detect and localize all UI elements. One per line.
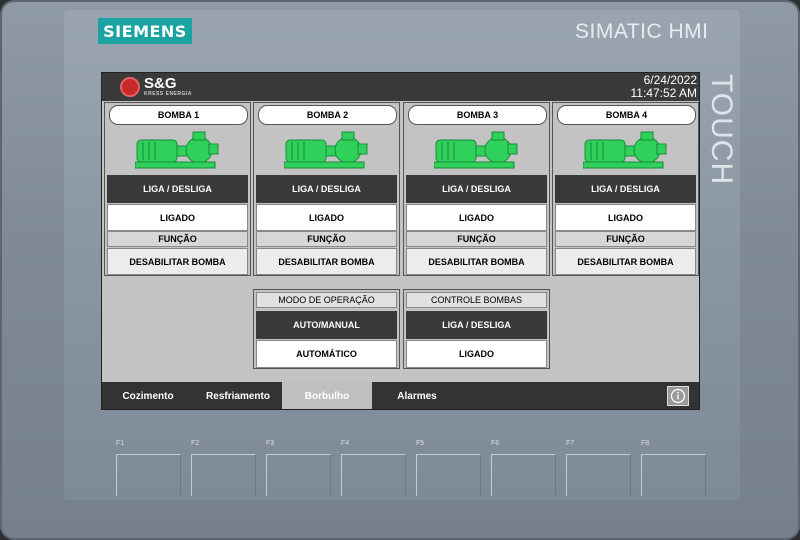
pump-icon bbox=[135, 131, 219, 169]
info-button[interactable] bbox=[667, 386, 689, 406]
function-key-label: F2 bbox=[191, 440, 200, 447]
nav-resfriamento[interactable]: Resfriamento bbox=[198, 382, 278, 409]
nav-cozimento[interactable]: Cozimento bbox=[110, 382, 186, 409]
pump-disable-button[interactable]: DESABILITAR BOMBA bbox=[555, 248, 696, 275]
pump-disable-button[interactable]: DESABILITAR BOMBA bbox=[256, 248, 397, 275]
function-key-label: F8 bbox=[641, 440, 650, 447]
function-key-label: F5 bbox=[416, 440, 425, 447]
function-key-label: F7 bbox=[566, 440, 575, 447]
pump-title: BOMBA 2 bbox=[258, 105, 397, 125]
pump-control-panel: CONTROLE BOMBAS LIGA / DESLIGA LIGADO bbox=[403, 289, 550, 369]
company-logo-text: S&G bbox=[144, 75, 177, 92]
function-key-f6[interactable]: F6 bbox=[491, 440, 556, 496]
model-label: SIMATIC HMI bbox=[575, 20, 709, 43]
pump-icon bbox=[284, 131, 368, 169]
function-key-f2[interactable]: F2 bbox=[191, 440, 256, 496]
pump-status: LIGADO bbox=[256, 204, 397, 231]
pump-title: BOMBA 4 bbox=[557, 105, 696, 125]
pump-panel-1: BOMBA 1 LIGA / DESLIGA LIGADO FUNÇÃO DES… bbox=[104, 102, 251, 276]
pump-toggle-button[interactable]: LIGA / DESLIGA bbox=[107, 175, 248, 203]
siemens-logo: SIEMENS bbox=[98, 18, 192, 44]
pump-status: LIGADO bbox=[406, 204, 547, 231]
function-key-f1[interactable]: F1 bbox=[116, 440, 181, 496]
nav-alarmes[interactable]: Alarmes bbox=[382, 382, 452, 409]
bottom-nav: Cozimento Resfriamento Borbulho Alarmes bbox=[102, 382, 699, 409]
pump-status: LIGADO bbox=[555, 204, 696, 231]
pump-title: BOMBA 1 bbox=[109, 105, 248, 125]
nav-borbulho[interactable]: Borbulho bbox=[282, 382, 372, 409]
pump-panel-3: BOMBA 3 LIGA / DESLIGA LIGADO FUNÇÃO DES… bbox=[403, 102, 550, 276]
operation-mode-header: MODO DE OPERAÇÃO bbox=[256, 292, 397, 308]
pump-function-label: FUNÇÃO bbox=[555, 231, 696, 247]
pump-panel-2: BOMBA 2 LIGA / DESLIGA LIGADO FUNÇÃO DES… bbox=[253, 102, 400, 276]
pump-function-label: FUNÇÃO bbox=[256, 231, 397, 247]
pump-function-label: FUNÇÃO bbox=[406, 231, 547, 247]
operation-mode-panel: MODO DE OPERAÇÃO AUTO/MANUAL AUTOMÁTICO bbox=[253, 289, 400, 369]
auto-manual-button[interactable]: AUTO/MANUAL bbox=[256, 311, 397, 339]
function-key-label: F3 bbox=[266, 440, 275, 447]
function-key-f8[interactable]: F8 bbox=[641, 440, 706, 496]
function-key-f7[interactable]: F7 bbox=[566, 440, 631, 496]
pump-toggle-button[interactable]: LIGA / DESLIGA bbox=[256, 175, 397, 203]
function-key-f4[interactable]: F4 bbox=[341, 440, 406, 496]
top-bar: S&G KRESS ENERGIA 6/24/2022 11:47:52 AM bbox=[102, 73, 699, 101]
pump-icon bbox=[434, 131, 518, 169]
pump-status: LIGADO bbox=[107, 204, 248, 231]
function-key-f3[interactable]: F3 bbox=[266, 440, 331, 496]
pump-icon bbox=[583, 131, 667, 169]
info-icon bbox=[670, 388, 686, 404]
datetime: 6/24/2022 11:47:52 AM bbox=[631, 74, 698, 100]
company-logo-subtext: KRESS ENERGIA bbox=[144, 91, 192, 97]
operation-mode-value: AUTOMÁTICO bbox=[256, 340, 397, 368]
function-key-label: F6 bbox=[491, 440, 500, 447]
company-logo: S&G KRESS ENERGIA bbox=[120, 75, 192, 97]
time-display: 11:47:52 AM bbox=[630, 86, 698, 100]
company-logo-icon bbox=[120, 77, 140, 97]
pump-toggle-button[interactable]: LIGA / DESLIGA bbox=[555, 175, 696, 203]
pump-toggle-button[interactable]: LIGA / DESLIGA bbox=[406, 175, 547, 203]
hmi-screen: S&G KRESS ENERGIA 6/24/2022 11:47:52 AM … bbox=[101, 72, 700, 410]
function-key-label: F1 bbox=[116, 440, 125, 447]
pump-control-status: LIGADO bbox=[406, 340, 547, 368]
pump-control-header: CONTROLE BOMBAS bbox=[406, 292, 547, 308]
pump-disable-button[interactable]: DESABILITAR BOMBA bbox=[406, 248, 547, 275]
pump-title: BOMBA 3 bbox=[408, 105, 547, 125]
pump-panel-4: BOMBA 4 LIGA / DESLIGA LIGADO FUNÇÃO DES… bbox=[552, 102, 699, 276]
function-key-label: F4 bbox=[341, 440, 350, 447]
pump-control-toggle-button[interactable]: LIGA / DESLIGA bbox=[406, 311, 547, 339]
pump-disable-button[interactable]: DESABILITAR BOMBA bbox=[107, 248, 248, 275]
function-key-f5[interactable]: F5 bbox=[416, 440, 481, 496]
pump-function-label: FUNÇÃO bbox=[107, 231, 248, 247]
touch-label: TOUCH bbox=[705, 74, 738, 186]
